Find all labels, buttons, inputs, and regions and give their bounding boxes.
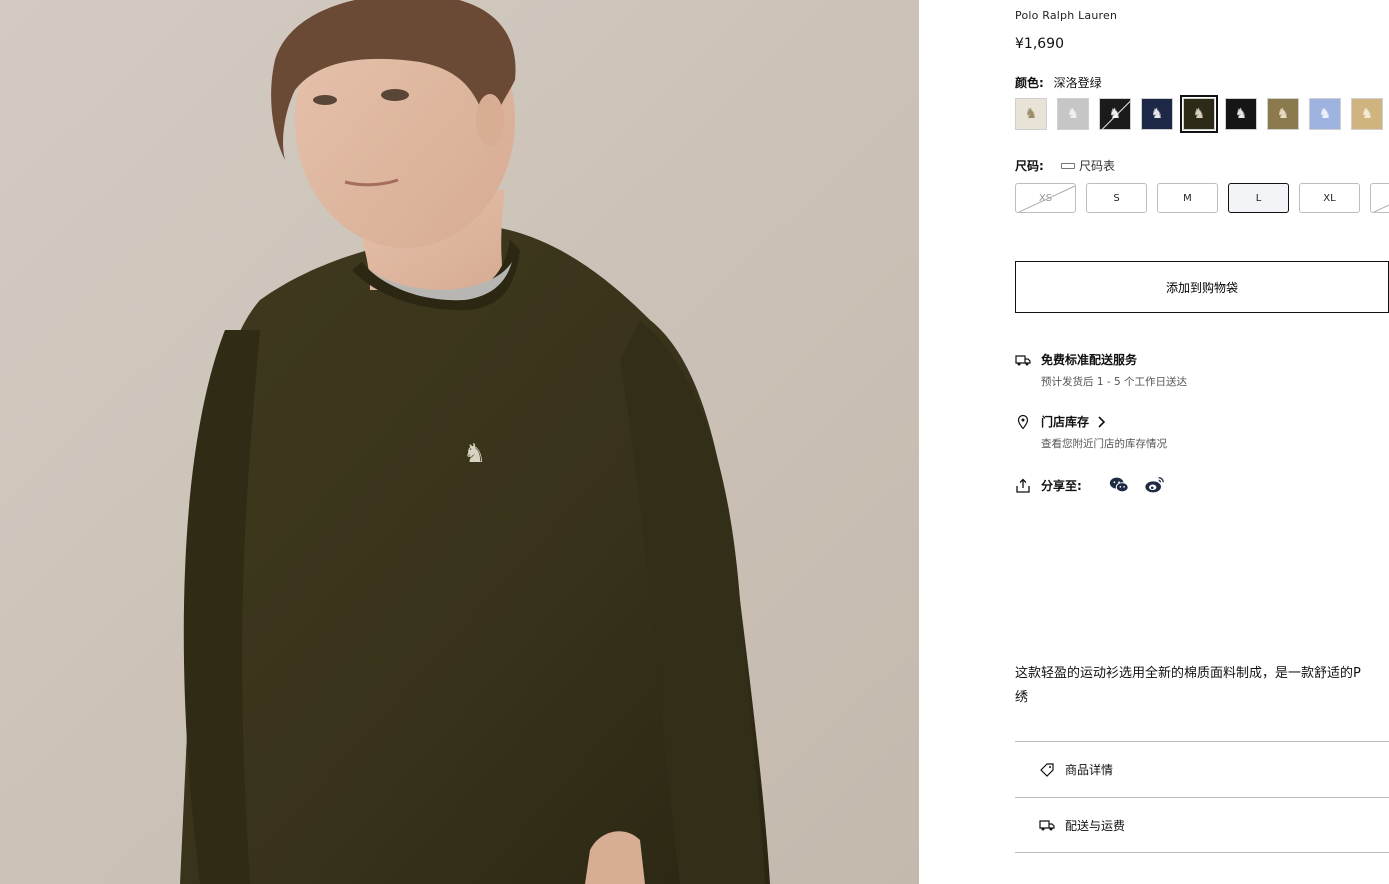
- weibo-icon[interactable]: [1144, 474, 1166, 496]
- color-swatch-loden-selected[interactable]: ♞: [1180, 95, 1218, 133]
- product-image: ♞: [0, 0, 919, 884]
- shipping-title: 免费标准配送服务: [1041, 353, 1138, 367]
- size-label: 尺码:: [1015, 159, 1044, 173]
- size-option-m[interactable]: M: [1157, 183, 1218, 213]
- tag-icon: [1040, 762, 1054, 777]
- product-description: 这款轻盈的运动衫选用全新的棉质面料制成，是一款舒适的P 绣: [1015, 662, 1389, 710]
- color-swatch-grey[interactable]: ♞: [1057, 98, 1089, 130]
- size-chart-link[interactable]: 尺码表: [1061, 157, 1115, 174]
- selected-color-name: 深洛登绿: [1053, 76, 1102, 90]
- color-swatch-tan[interactable]: ♞: [1351, 98, 1383, 130]
- unavailable-slash: [1101, 99, 1130, 129]
- share-icon[interactable]: [1015, 478, 1031, 494]
- ruler-icon: [1061, 162, 1075, 169]
- delivery-label: 配送与运费: [1065, 818, 1126, 833]
- color-label-row: 颜色: 深洛登绿: [1015, 74, 1102, 91]
- store-stock-title: 门店库存: [1041, 415, 1090, 429]
- store-stock[interactable]: 门店库存 查看您附近门店的库存情况: [1015, 413, 1167, 451]
- truck-icon: [1039, 820, 1055, 831]
- pony-logo-icon: ♞: [1318, 106, 1332, 122]
- pony-logo-icon: ♞: [1360, 106, 1374, 122]
- size-option-xl[interactable]: XL: [1299, 183, 1360, 213]
- size-option-s[interactable]: S: [1086, 183, 1147, 213]
- size-chart-label: 尺码表: [1079, 159, 1116, 173]
- truck-icon: [1015, 355, 1031, 366]
- add-to-bag-button[interactable]: 添加到购物袋: [1015, 261, 1389, 313]
- model-photo: ♞: [0, 0, 919, 884]
- shipping-subtitle: 预计发货后 1 - 5 个工作日送达: [1041, 376, 1187, 388]
- product-details-accordion[interactable]: 商品详情: [1015, 741, 1389, 797]
- color-swatch-light-blue[interactable]: ♞: [1309, 98, 1341, 130]
- product-details-label: 商品详情: [1065, 763, 1114, 777]
- shipping-info: 免费标准配送服务 预计发货后 1 - 5 个工作日送达: [1015, 351, 1187, 389]
- pony-logo-icon: ♞: [1276, 106, 1290, 122]
- color-swatch-black[interactable]: ♞: [1225, 98, 1257, 130]
- size-options: XS S M L XL: [1015, 183, 1389, 213]
- pony-logo-icon: ♞: [1066, 106, 1080, 122]
- brand-name: Polo Ralph Lauren: [1015, 9, 1118, 22]
- share-row: 分享至:: [1015, 474, 1166, 496]
- color-swatches: ♞ ♞ ♞ ♞ ♞ ♞ ♞ ♞ ♞: [1015, 95, 1383, 133]
- pony-logo-icon: ♞: [1024, 106, 1038, 122]
- svg-text:♞: ♞: [463, 439, 486, 469]
- size-option-l[interactable]: L: [1228, 183, 1289, 213]
- size-option-xs[interactable]: XS: [1015, 183, 1076, 213]
- chevron-right-icon: [1098, 415, 1106, 428]
- color-label: 颜色:: [1015, 76, 1044, 90]
- color-swatch-black-unavailable[interactable]: ♞: [1099, 98, 1131, 130]
- size-option-more[interactable]: [1370, 183, 1389, 213]
- color-swatch-olive-brown[interactable]: ♞: [1267, 98, 1299, 130]
- product-price: ¥1,690: [1015, 36, 1064, 52]
- pony-logo-icon: ♞: [1234, 106, 1248, 122]
- store-stock-subtitle: 查看您附近门店的库存情况: [1041, 438, 1167, 450]
- color-swatch-navy[interactable]: ♞: [1141, 98, 1173, 130]
- description-line-1: 这款轻盈的运动衫选用全新的棉质面料制成，是一款舒适的P: [1015, 666, 1361, 681]
- pony-logo-icon: ♞: [1192, 106, 1206, 122]
- product-panel: Polo Ralph Lauren ¥1,690 颜色: 深洛登绿 ♞ ♞ ♞ ♞ ♞ ♞…: [1015, 0, 1389, 884]
- description-line-2: 绣: [1015, 690, 1029, 705]
- location-pin-icon: [1017, 414, 1029, 430]
- delivery-accordion[interactable]: 配送与运费: [1015, 797, 1389, 853]
- color-swatch-cream[interactable]: ♞: [1015, 98, 1047, 130]
- pony-logo-icon: ♞: [1150, 106, 1164, 122]
- wechat-icon[interactable]: [1108, 474, 1130, 496]
- share-label: 分享至:: [1041, 478, 1082, 493]
